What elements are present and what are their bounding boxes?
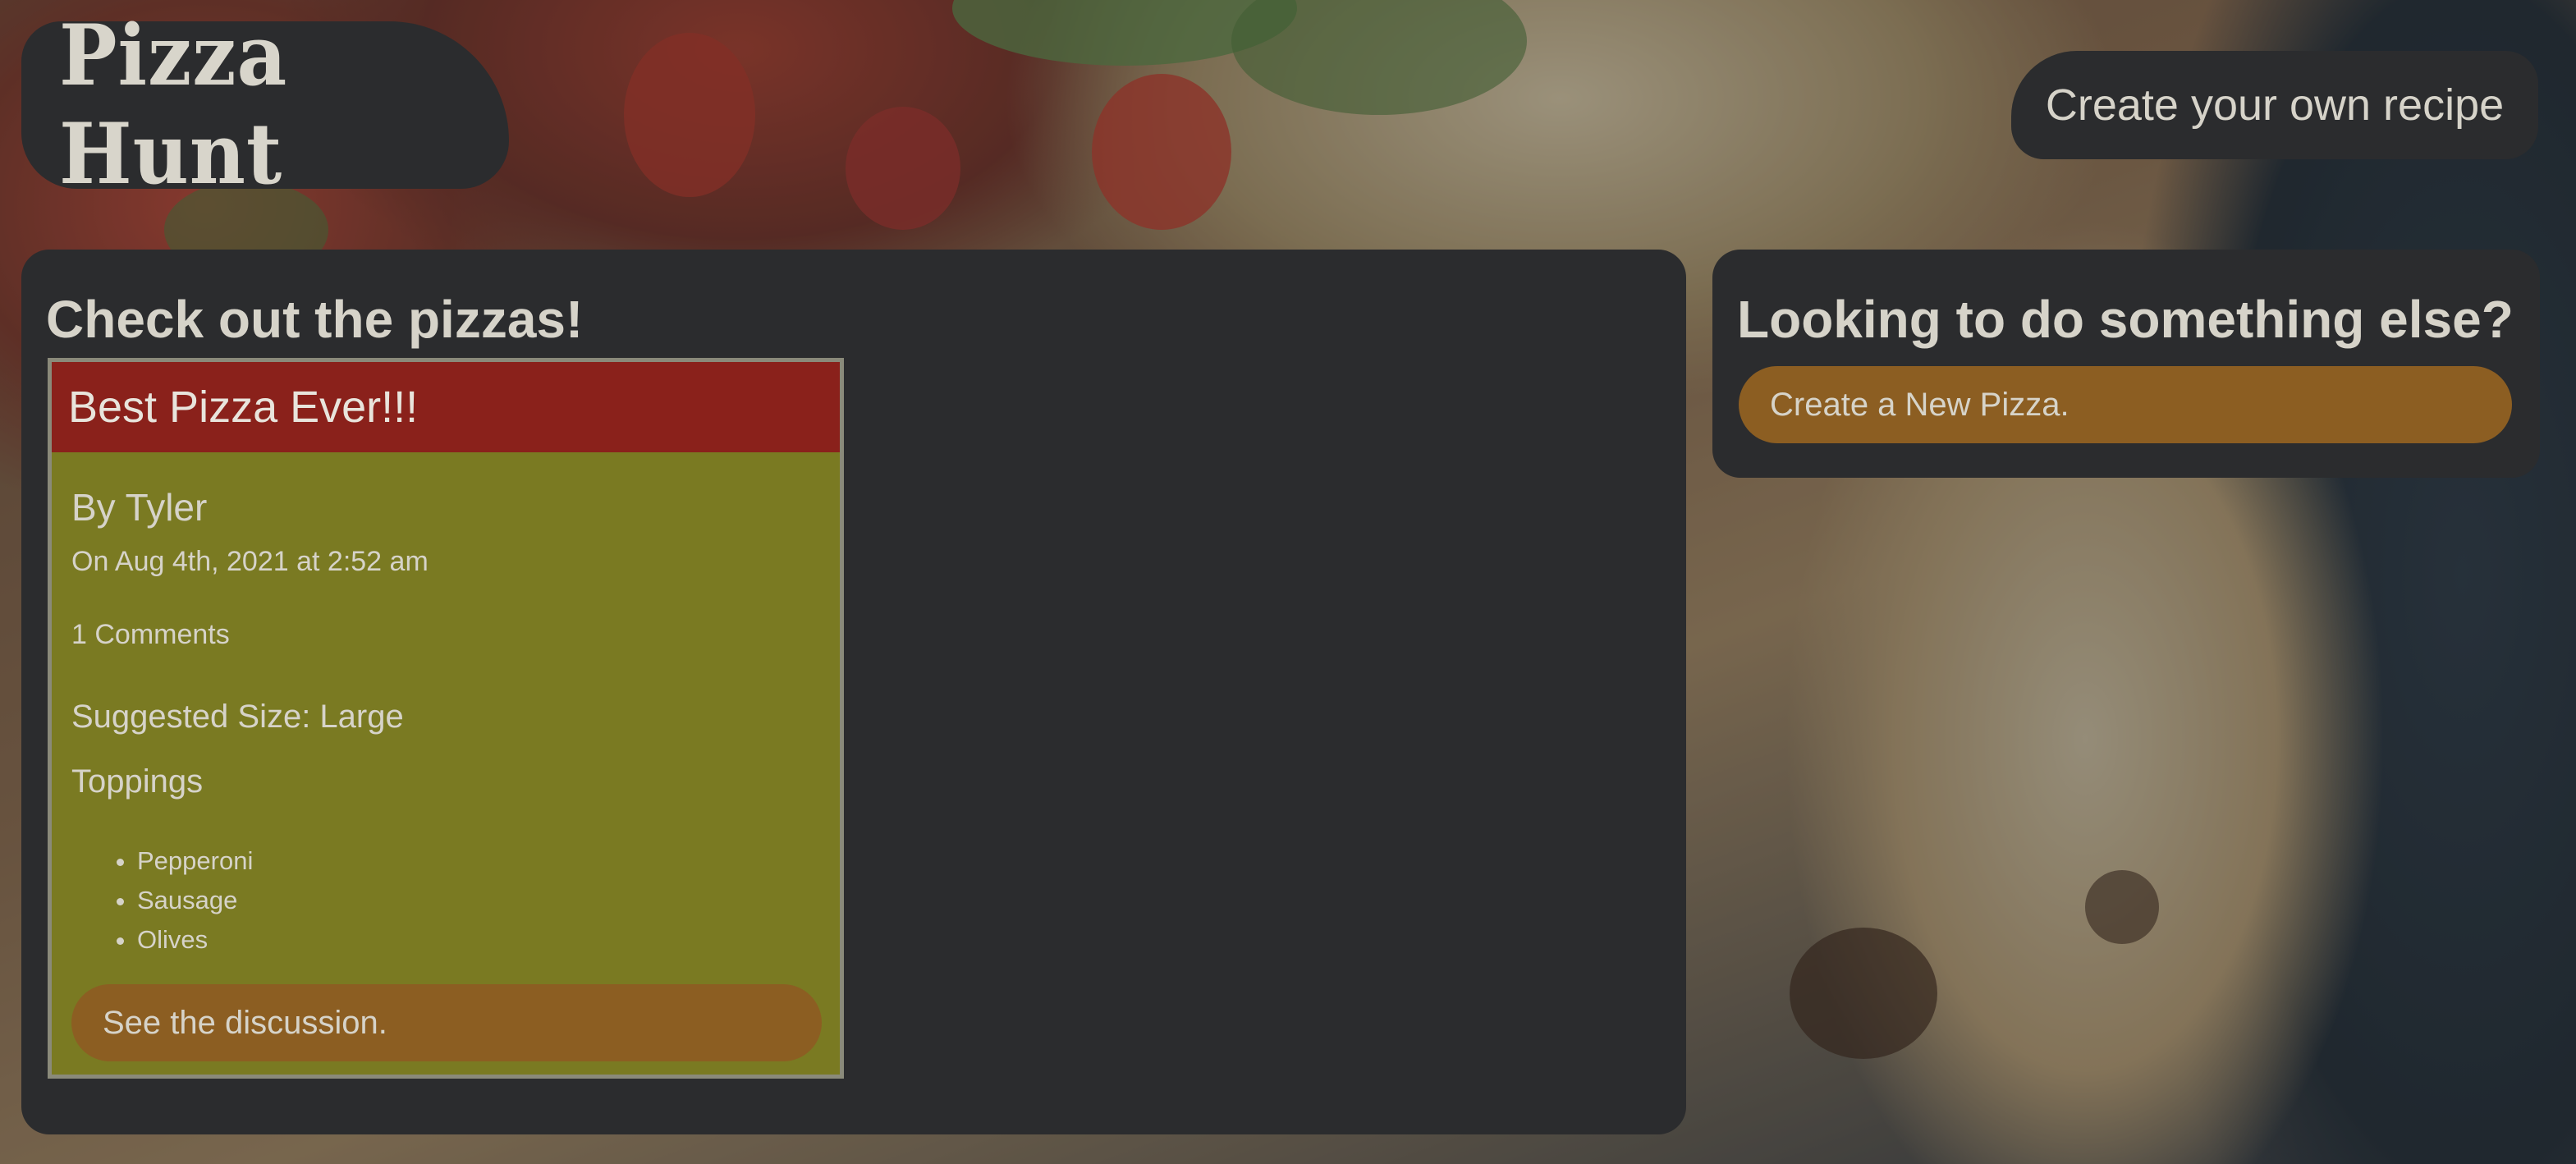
logo[interactable]: Pizza Hunt xyxy=(21,7,509,204)
side-heading: Looking to do something else? xyxy=(1737,290,2514,349)
topping-item: Pepperoni xyxy=(137,841,820,881)
pizza-list-heading: Check out the pizzas! xyxy=(46,290,584,349)
pizza-list-panel: Check out the pizzas! Best Pizza Ever!!!… xyxy=(21,250,1686,1134)
pizza-author: By Tyler xyxy=(71,486,208,529)
logo-text: Pizza Hunt xyxy=(59,7,288,204)
toppings-label: Toppings xyxy=(71,763,204,800)
pizza-card: Best Pizza Ever!!! By Tyler On Aug 4th, … xyxy=(48,358,844,1079)
topping-item: Olives xyxy=(137,920,820,960)
pizza-name: Best Pizza Ever!!! xyxy=(52,362,840,452)
toppings-list: Pepperoni Sausage Olives xyxy=(71,841,820,960)
pizza-date: On Aug 4th, 2021 at 2:52 am xyxy=(71,546,429,577)
topping-item: Sausage xyxy=(137,881,820,920)
see-discussion-button[interactable]: See the discussion. xyxy=(71,984,822,1061)
pizza-comment-count: 1 Comments xyxy=(71,619,230,650)
pizza-size: Suggested Size: Large xyxy=(71,699,404,735)
side-panel: Looking to do something else? Create a N… xyxy=(1712,250,2540,478)
create-new-pizza-button[interactable]: Create a New Pizza. xyxy=(1739,366,2512,443)
create-recipe-button[interactable]: Create your own recipe xyxy=(2011,51,2538,159)
